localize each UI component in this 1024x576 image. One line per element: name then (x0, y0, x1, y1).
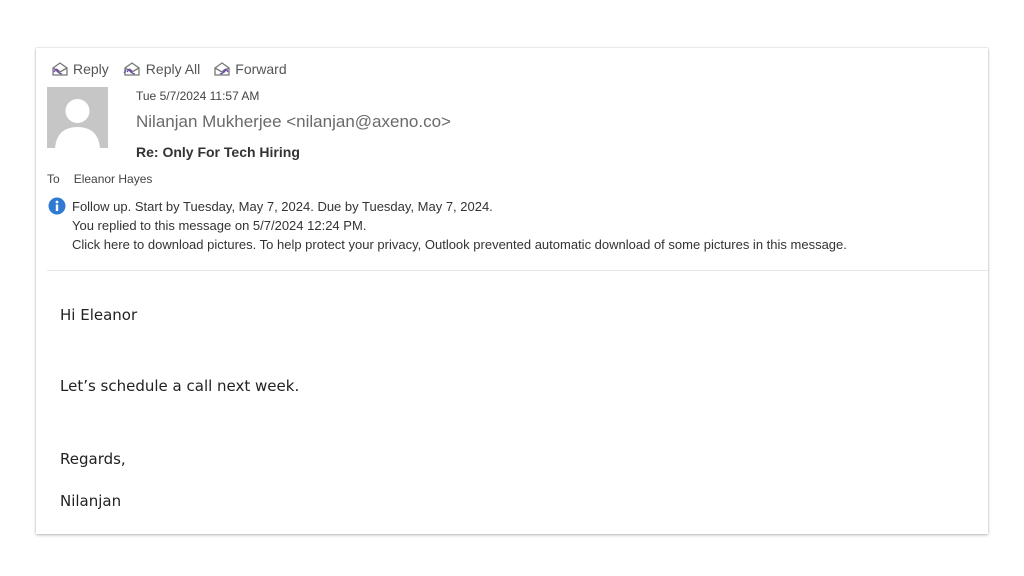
reply-all-label: Reply All (145, 61, 201, 77)
sender-avatar (47, 87, 108, 148)
infobar: Follow up. Start by Tuesday, May 7, 2024… (72, 197, 847, 254)
reply-button[interactable]: Reply (50, 60, 109, 78)
reply-label: Reply (73, 61, 109, 77)
forward-button[interactable]: Forward (212, 60, 287, 78)
forward-label: Forward (235, 61, 287, 77)
follow-up-line: Follow up. Start by Tuesday, May 7, 2024… (72, 199, 493, 214)
reply-all-button[interactable]: Reply All (121, 60, 200, 78)
recipient-name[interactable]: Eleanor Hayes (74, 172, 153, 186)
replied-line: You replied to this message on 5/7/2024 … (72, 218, 367, 233)
forward-icon (212, 60, 232, 78)
info-icon (48, 197, 66, 215)
message-subject: Re: Only For Tech Hiring (136, 144, 300, 160)
message-date: Tue 5/7/2024 11:57 AM (136, 89, 260, 103)
download-pictures-link[interactable]: Click here to download pictures. To help… (72, 235, 847, 254)
to-label: To (47, 172, 60, 186)
recipients-row: To Eleanor Hayes (47, 172, 152, 186)
body-line: Let’s schedule a call next week. (60, 377, 300, 395)
reply-all-icon (121, 60, 143, 78)
body-closing: Regards, (60, 450, 126, 468)
message-reading-pane: Reply Reply All Forward Tue 5/7/2024 11:… (36, 48, 988, 534)
header-divider (47, 270, 988, 271)
person-silhouette-icon (47, 87, 108, 148)
reply-icon (50, 60, 70, 78)
message-toolbar: Reply Reply All Forward (50, 58, 287, 80)
sender-name[interactable]: Nilanjan Mukherjee <nilanjan@axeno.co> (136, 112, 451, 132)
body-signature: Nilanjan (60, 492, 122, 510)
body-greeting: Hi Eleanor (60, 306, 138, 324)
